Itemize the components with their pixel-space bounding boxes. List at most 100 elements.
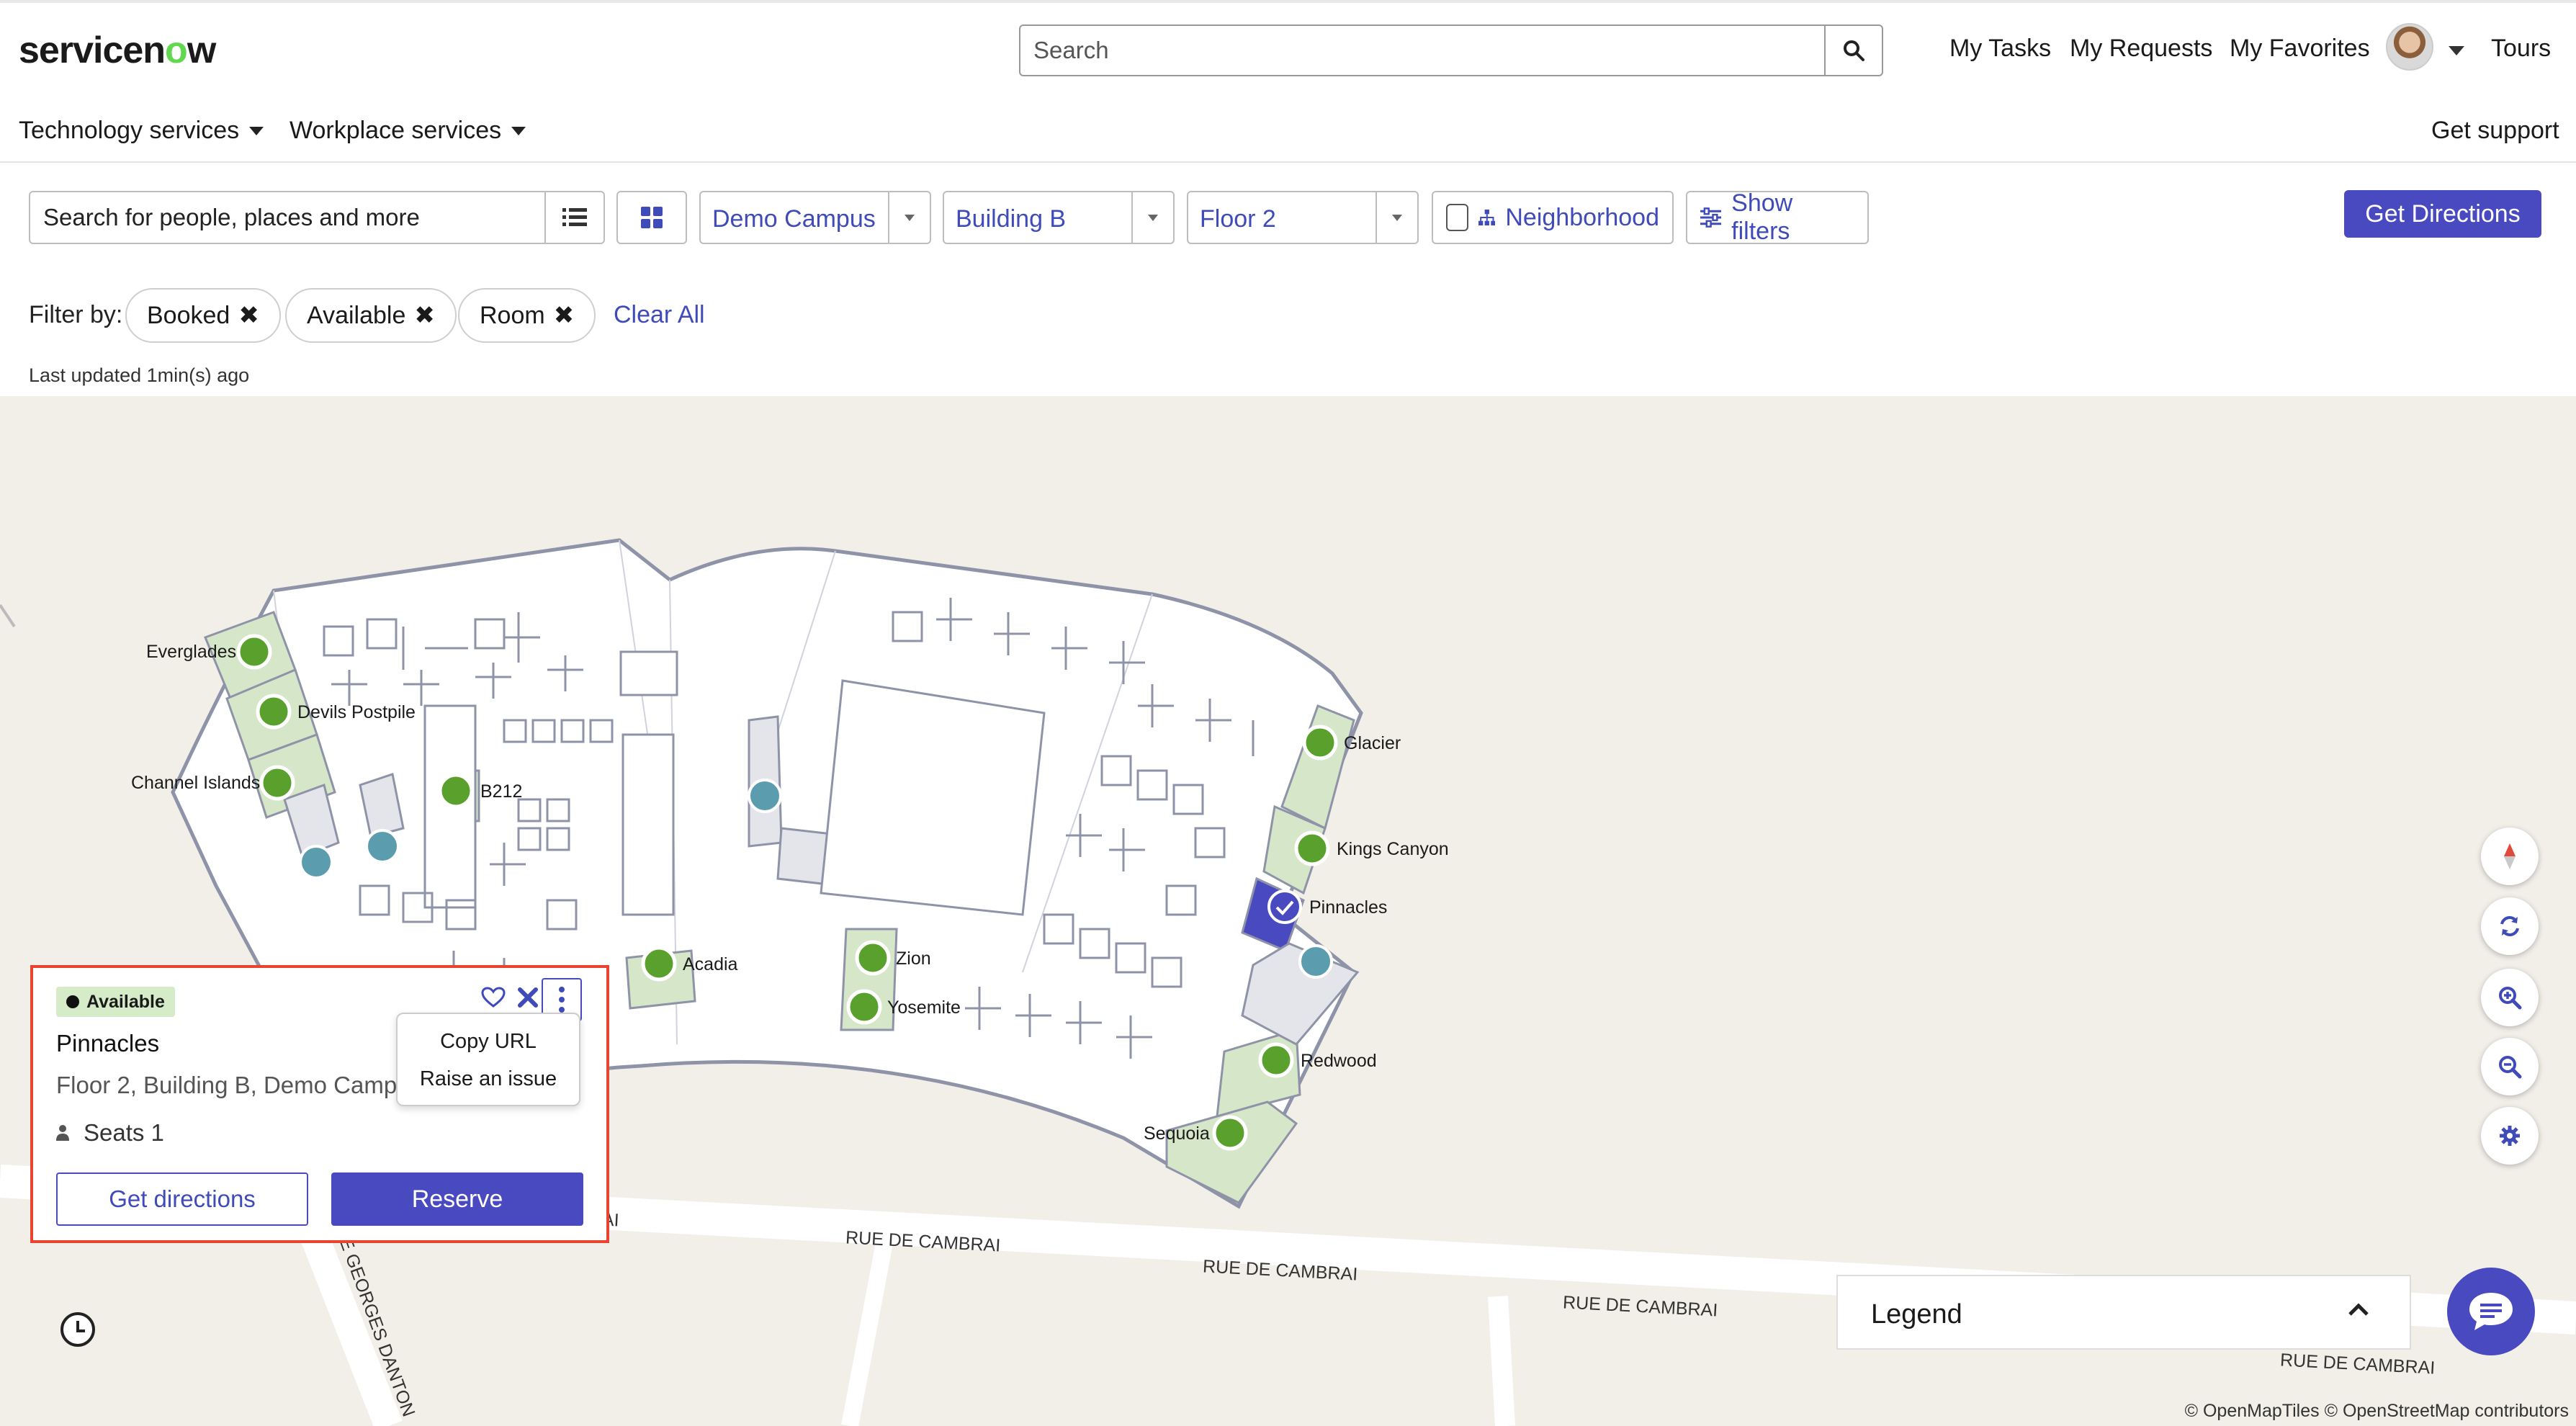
room-label-channel-islands[interactable]: Channel Islands <box>131 773 260 794</box>
building-select[interactable]: Building B <box>943 191 1175 244</box>
status-text: Available <box>86 991 165 1012</box>
remove-icon[interactable]: ✖ <box>414 301 435 330</box>
zoom-in-button[interactable] <box>2481 969 2539 1026</box>
user-avatar[interactable] <box>2386 23 2433 71</box>
map-settings-button[interactable] <box>2481 1107 2539 1165</box>
my-requests-link[interactable]: My Requests <box>2070 35 2212 63</box>
chip-label: Room <box>480 301 545 329</box>
last-updated-text: Last updated 1min(s) ago <box>29 364 250 386</box>
campus-select[interactable]: Demo Campus <box>699 191 931 244</box>
user-menu-caret-icon[interactable] <box>2449 46 2464 55</box>
logo-text-end: w <box>187 30 216 71</box>
room-label-acadia[interactable]: Acadia <box>683 954 737 975</box>
remove-icon[interactable]: ✖ <box>554 301 575 330</box>
nav-workplace-services[interactable]: Workplace services <box>290 117 526 145</box>
top-header: servicenow My Tasks My Requests My Favor… <box>0 0 2576 163</box>
my-favorites-link[interactable]: My Favorites <box>2230 35 2370 63</box>
gear-icon <box>2500 1126 2520 1146</box>
logo-text: servicen <box>19 30 166 71</box>
more-options-menu: Copy URL Raise an issue <box>396 1013 580 1106</box>
servicenow-logo[interactable]: servicenow <box>19 29 216 72</box>
people-places-search <box>29 191 605 244</box>
map-attribution[interactable]: © OpenMapTiles © OpenStreetMap contribut… <box>2185 1401 2569 1422</box>
neighborhood-checkbox[interactable] <box>1446 204 1468 231</box>
room-label-kings-canyon[interactable]: Kings Canyon <box>1337 839 1449 860</box>
global-search-button[interactable] <box>1824 26 1882 75</box>
service-marker-4 <box>1298 944 1333 979</box>
room-label-pinnacles[interactable]: Pinnacles <box>1309 897 1387 918</box>
room-label-glacier[interactable]: Glacier <box>1344 733 1401 754</box>
search-icon <box>1844 40 1864 61</box>
room-label-redwood[interactable]: Redwood <box>1301 1051 1377 1072</box>
nav-technology-services[interactable]: Technology services <box>19 117 264 145</box>
chip-label: Booked <box>147 301 230 329</box>
room-label-everglades[interactable]: Everglades <box>146 642 236 663</box>
chat-icon <box>2469 1293 2513 1330</box>
remove-icon[interactable]: ✖ <box>238 301 259 330</box>
my-tasks-link[interactable]: My Tasks <box>1949 35 2051 63</box>
list-icon <box>562 208 587 226</box>
show-filters-label: Show filters <box>1731 189 1793 245</box>
room-title: Pinnacles <box>56 1030 160 1057</box>
refresh-button[interactable] <box>2481 897 2539 955</box>
zoom-in-icon <box>2499 987 2522 1010</box>
chat-button[interactable] <box>2447 1268 2535 1355</box>
status-dot-icon <box>66 995 79 1008</box>
room-marker-acadia <box>641 946 677 982</box>
filter-chip-available[interactable]: Available ✖ <box>285 288 457 343</box>
room-label-zion[interactable]: Zion <box>896 949 931 969</box>
room-label-yosemite[interactable]: Yosemite <box>887 997 961 1018</box>
floor-select[interactable]: Floor 2 <box>1187 191 1419 244</box>
building-value: Building B <box>956 205 1067 233</box>
heart-icon[interactable] <box>481 987 506 1008</box>
menu-item-raise-issue[interactable]: Raise an issue <box>398 1067 579 1091</box>
tours-link[interactable]: Tours <box>2491 35 2551 63</box>
room-marker-glacier <box>1302 725 1338 761</box>
reserve-button[interactable]: Reserve <box>331 1172 583 1226</box>
sliders-icon <box>1700 207 1722 228</box>
service-marker-2 <box>365 829 400 864</box>
global-search-input[interactable] <box>1020 26 1826 75</box>
show-filters-button[interactable]: Show filters <box>1686 189 1869 245</box>
room-label-devils-postpile[interactable]: Devils Postpile <box>297 702 416 723</box>
refresh-icon <box>2500 916 2519 936</box>
room-marker-channel-islands <box>259 765 295 801</box>
get-directions-button[interactable]: Get Directions <box>2344 190 2541 238</box>
tile-view-button[interactable] <box>616 191 687 244</box>
map-toolbar: Demo Campus Building B Floor 2 Neighborh… <box>0 164 2576 396</box>
room-marker-zion <box>855 940 891 976</box>
neighborhood-label: Neighborhood <box>1505 203 1659 231</box>
room-marker-kings-canyon <box>1294 830 1330 866</box>
card-get-directions-button[interactable]: Get directions <box>56 1172 308 1226</box>
floor-value: Floor 2 <box>1200 205 1276 233</box>
people-places-search-input[interactable] <box>30 192 546 243</box>
chip-label: Available <box>307 301 406 329</box>
filter-chip-room[interactable]: Room ✖ <box>458 288 596 343</box>
compass-icon <box>2504 843 2516 869</box>
room-seats: Seats 1 <box>56 1119 164 1147</box>
legend-panel[interactable]: Legend <box>1836 1275 2411 1350</box>
grid-icon <box>641 207 663 228</box>
clock-icon[interactable] <box>60 1312 95 1347</box>
room-marker-redwood <box>1258 1042 1294 1078</box>
get-support-link[interactable]: Get support <box>2431 117 2559 145</box>
clear-all-link[interactable]: Clear All <box>614 301 705 329</box>
chevron-up-icon[interactable] <box>2348 1302 2369 1317</box>
compass-button[interactable] <box>2481 828 2539 885</box>
filter-chip-booked[interactable]: Booked ✖ <box>125 288 281 343</box>
menu-item-copy-url[interactable]: Copy URL <box>398 1030 579 1054</box>
close-icon[interactable] <box>517 987 539 1008</box>
logo-o: o <box>165 30 188 71</box>
room-marker-devils-postpile <box>256 694 292 730</box>
neighborhood-toggle[interactable]: Neighborhood <box>1432 191 1674 244</box>
room-label-b212[interactable]: B212 <box>480 781 522 802</box>
chevron-down-icon <box>888 192 930 243</box>
service-marker-1 <box>299 845 333 879</box>
zoom-out-button[interactable] <box>2481 1038 2539 1095</box>
status-badge: Available <box>56 987 175 1017</box>
nav-label: Technology services <box>19 117 240 144</box>
list-view-button[interactable] <box>544 192 603 243</box>
room-label-sequoia[interactable]: Sequoia <box>1144 1124 1210 1144</box>
chevron-down-icon <box>249 126 264 135</box>
floor-map[interactable]: Everglades Devils Postpile Channel Islan… <box>0 396 2576 1426</box>
